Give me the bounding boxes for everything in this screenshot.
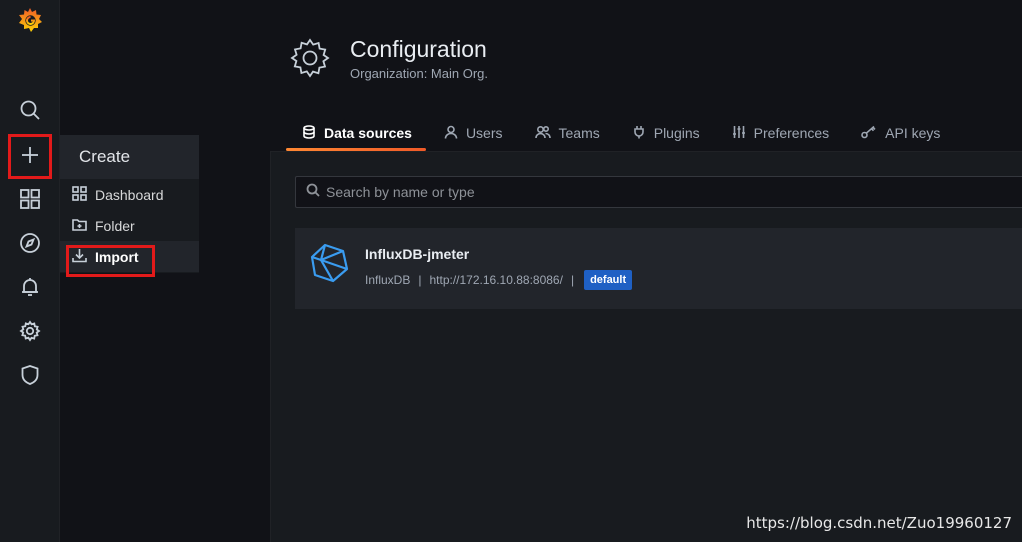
tab-label: Teams bbox=[558, 125, 600, 141]
grafana-logo[interactable] bbox=[16, 6, 44, 34]
tab-data-sources[interactable]: Data sources bbox=[286, 118, 428, 148]
influxdb-logo bbox=[309, 242, 351, 284]
database-icon bbox=[302, 124, 324, 142]
server-admin-button[interactable] bbox=[8, 357, 52, 397]
sliders-icon bbox=[732, 125, 754, 142]
config-tabs: Data sources Users Teams Plugins Prefere… bbox=[286, 118, 956, 152]
tab-label: Preferences bbox=[753, 125, 830, 141]
tab-teams[interactable]: Teams bbox=[519, 118, 616, 148]
dashboards-button[interactable] bbox=[8, 181, 52, 221]
create-dashboard-label: Dashboard bbox=[95, 186, 164, 203]
explore-button[interactable] bbox=[8, 225, 52, 265]
explore-icon bbox=[19, 232, 41, 259]
sidebar bbox=[0, 0, 60, 542]
user-icon bbox=[444, 125, 466, 142]
tab-users[interactable]: Users bbox=[428, 118, 519, 148]
search-icon bbox=[19, 99, 41, 126]
search-button[interactable] bbox=[8, 92, 52, 132]
separator: | bbox=[418, 272, 422, 287]
shield-icon bbox=[19, 364, 41, 391]
datasource-search bbox=[295, 176, 1022, 208]
create-dashboard-item[interactable]: Dashboard bbox=[60, 179, 199, 210]
plug-icon bbox=[632, 125, 654, 142]
import-highlight-box bbox=[66, 245, 155, 277]
tab-label: Users bbox=[465, 125, 503, 141]
page-title: Configuration bbox=[350, 36, 487, 62]
create-folder-label: Folder bbox=[95, 217, 135, 234]
alerting-button[interactable] bbox=[8, 269, 52, 309]
content-panel bbox=[270, 151, 1022, 542]
tab-api-keys[interactable]: API keys bbox=[845, 118, 956, 148]
search-input[interactable] bbox=[326, 184, 926, 200]
page-subtitle: Organization: Main Org. bbox=[350, 66, 489, 81]
users-alt-icon bbox=[534, 125, 559, 142]
folder-plus-icon bbox=[72, 217, 95, 235]
dashboards-icon bbox=[19, 188, 41, 215]
create-highlight-box bbox=[8, 134, 52, 179]
create-folder-item[interactable]: Folder bbox=[60, 210, 199, 241]
watermark: https://blog.csdn.net/Zuo19960127 bbox=[746, 514, 1012, 532]
tab-plugins[interactable]: Plugins bbox=[616, 118, 716, 148]
datasource-type: InfluxDB bbox=[365, 272, 411, 287]
configuration-button[interactable] bbox=[8, 313, 52, 353]
cog-icon bbox=[288, 36, 332, 80]
datasource-name[interactable]: InfluxDB-jmeter bbox=[365, 246, 632, 262]
default-badge: default bbox=[584, 269, 633, 290]
alerting-icon bbox=[19, 276, 41, 303]
tab-label: API keys bbox=[885, 125, 941, 141]
cog-icon bbox=[19, 319, 41, 347]
page-header: Configuration Organization: Main Org. bbox=[288, 34, 488, 81]
datasource-meta: InfluxDB | http://172.16.10.88:8086/ | d… bbox=[365, 269, 633, 290]
tab-label: Data sources bbox=[324, 125, 412, 141]
tab-label: Plugins bbox=[653, 125, 700, 141]
datasource-card[interactable]: InfluxDB-jmeter InfluxDB | http://172.16… bbox=[295, 228, 1022, 309]
tab-preferences[interactable]: Preferences bbox=[716, 118, 845, 148]
datasource-url: http://172.16.10.88:8086/ bbox=[429, 272, 563, 287]
active-tab-indicator bbox=[286, 148, 426, 151]
create-menu-title[interactable]: Create bbox=[60, 135, 199, 179]
search-icon bbox=[306, 183, 326, 202]
key-icon bbox=[861, 125, 885, 142]
apps-icon bbox=[72, 185, 95, 204]
separator: | bbox=[570, 272, 575, 287]
